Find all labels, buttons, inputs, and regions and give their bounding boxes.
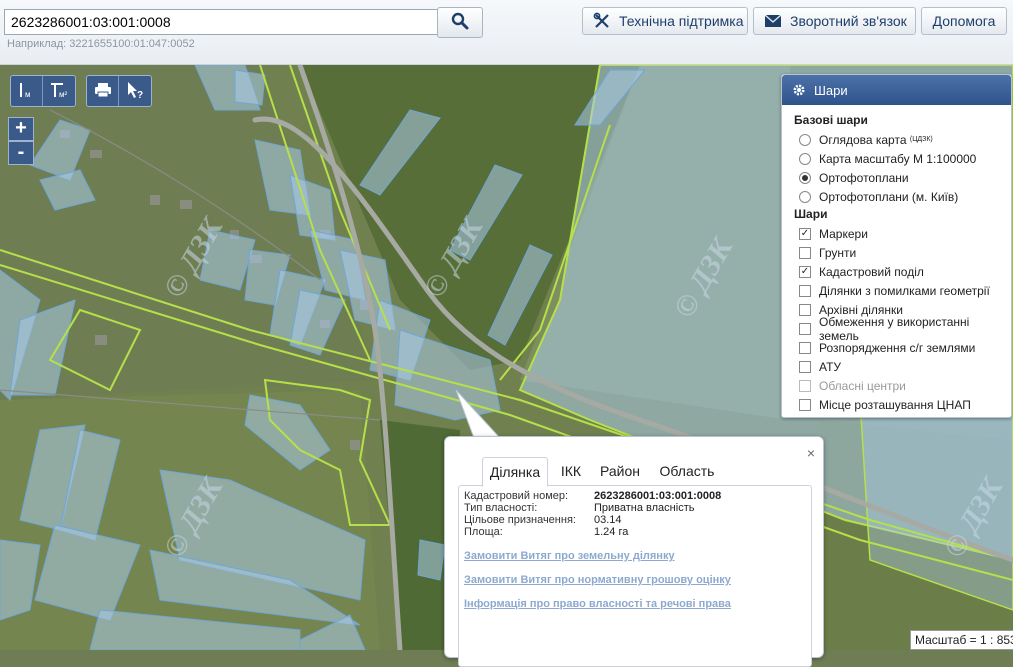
pointer-question-icon: ? [125, 80, 145, 103]
radio-button[interactable] [799, 190, 811, 203]
feedback-button[interactable]: Зворотний зв'язок [753, 7, 916, 35]
measure-area-button[interactable]: м² [43, 76, 75, 106]
layers-title: Шари [814, 82, 848, 98]
order-valuation-extract-link[interactable]: Замовити Витяг про нормативну грошову оц… [464, 574, 731, 586]
overlay-label: Маркери [819, 226, 868, 241]
top-bar: Наприклад: 3221655100:01:047:0052 Техніч… [0, 0, 1013, 65]
svg-text:м²: м² [59, 90, 68, 99]
overlay-label: АТУ [819, 359, 842, 374]
overlay-label: Обласні центри [819, 378, 906, 393]
overlay-label: Місце розташування ЦНАП [819, 397, 971, 412]
base-layer-label: Карта масштабу М 1:100000 [819, 151, 977, 166]
checkbox[interactable] [799, 322, 811, 335]
cadastral-search-input[interactable] [4, 9, 442, 35]
cadastral-number-value: 2623286001:03:001:0008 [594, 490, 722, 502]
ruler-icon: м [17, 80, 37, 103]
print-button[interactable] [87, 76, 119, 106]
checkbox[interactable] [799, 360, 811, 373]
search-icon [451, 12, 469, 33]
popup-pointer [455, 389, 502, 440]
zoom-in-button[interactable]: + [8, 117, 34, 141]
base-layer-label: Оглядова карта [819, 132, 907, 147]
map-scale: Масштаб = 1 : 8531 [910, 630, 1013, 650]
attr-key: Цільове призначення: [464, 514, 576, 526]
overlay-label: Ділянки з помилками геометрії [819, 283, 990, 298]
printer-icon [94, 82, 112, 101]
checkbox[interactable] [799, 303, 811, 316]
identify-button[interactable]: ? [119, 76, 151, 106]
radio-button[interactable] [799, 152, 811, 165]
checkbox-checked[interactable]: ✓ [799, 227, 811, 240]
attr-key: Площа: [464, 526, 503, 538]
envelope-icon [764, 14, 782, 28]
tab-parcel[interactable]: Ділянка [482, 457, 548, 487]
overlay-label: Кадастровий поділ [819, 264, 924, 279]
base-layer-orthophoto[interactable]: Ортофотоплани [794, 168, 1011, 187]
feedback-label: Зворотний зв'язок [790, 13, 907, 29]
help-label: Допомога [932, 13, 996, 29]
overlay-restrictions[interactable]: Обмеження у використанні земель [794, 315, 1011, 343]
tab-ikk[interactable]: ІКК [557, 457, 585, 485]
base-layer-map100k[interactable]: Карта масштабу М 1:100000 [794, 149, 1011, 168]
overlay-label: Обмеження у використанні земель [819, 314, 970, 343]
overlay-geometry-errors[interactable]: Ділянки з помилками геометрії [794, 281, 1011, 300]
search-hint: Наприклад: 3221655100:01:047:0052 [7, 38, 195, 50]
base-layer-label: Ортофотоплани [819, 170, 909, 185]
overlay-soils[interactable]: Грунти [794, 243, 1011, 262]
base-layer-label: Ортофотоплани (м. Київ) [819, 189, 959, 204]
base-layer-sup: (ЦДЗК) [909, 136, 933, 143]
overlay-label: Грунти [819, 245, 857, 260]
zoom-out-button[interactable]: - [8, 141, 34, 165]
radio-button[interactable] [799, 133, 811, 146]
overlay-markers[interactable]: ✓ Маркери [794, 224, 1011, 243]
close-icon[interactable]: × [807, 445, 815, 461]
area-ruler-icon: м² [48, 80, 70, 103]
parcel-info-popup: × Ділянка ІКК Район Область Кадастровий … [444, 436, 824, 667]
svg-text:м: м [25, 90, 31, 99]
order-parcel-extract-link[interactable]: Замовити Витяг про земельну ділянку [464, 550, 675, 562]
checkbox[interactable] [799, 246, 811, 259]
overlay-layers-heading: Шари [794, 207, 828, 221]
overlay-cadastral[interactable]: ✓ Кадастровий поділ [794, 262, 1011, 281]
svg-text:?: ? [137, 90, 143, 100]
checkbox-checked[interactable]: ✓ [799, 265, 811, 278]
checkbox[interactable] [799, 341, 811, 354]
tech-support-button[interactable]: Технічна підтримка [582, 7, 748, 35]
checkbox[interactable] [799, 398, 811, 411]
gear-icon [792, 83, 806, 97]
help-button[interactable]: Допомога [921, 7, 1007, 35]
attr-key: Тип власності: [464, 502, 538, 514]
checkbox[interactable] [799, 284, 811, 297]
tools-icon [593, 12, 611, 30]
measure-tools: м м² [10, 75, 76, 107]
ownership-info-link[interactable]: Інформація про право власності та речові… [464, 598, 731, 610]
base-layer-overview[interactable]: Оглядова карта (ЦДЗК) [794, 130, 1011, 149]
checkbox-disabled [799, 379, 811, 392]
area-value: 1.24 га [594, 526, 629, 538]
radio-button-selected[interactable] [799, 171, 811, 184]
print-info-tools: ? [86, 75, 152, 107]
tab-district[interactable]: Район [597, 457, 643, 485]
layers-header[interactable]: Шари [782, 75, 1011, 105]
overlay-atu[interactable]: АТУ [794, 357, 1011, 376]
purpose-value: 03.14 [594, 514, 622, 526]
overlay-regional-centers: Обласні центри [794, 376, 1011, 395]
base-layer-orthophoto-kyiv[interactable]: Ортофотоплани (м. Київ) [794, 187, 1011, 206]
ownership-type-value: Приватна власність [594, 502, 695, 514]
tech-support-label: Технічна підтримка [619, 13, 744, 29]
search-button[interactable] [437, 7, 483, 38]
overlay-label: Розпорядження с/г землями [819, 340, 976, 355]
measure-length-button[interactable]: м [11, 76, 43, 106]
attr-key: Кадастровий номер: [464, 490, 569, 502]
base-layers-heading: Базові шари [794, 113, 868, 127]
layers-panel: Шари Базові шари Оглядова карта (ЦДЗК) К… [781, 74, 1012, 418]
overlay-cnap[interactable]: Місце розташування ЦНАП [794, 395, 1011, 414]
tab-region[interactable]: Область [657, 457, 717, 485]
parcel-attributes: Кадастровий номер: 2623286001:03:001:0008… [464, 490, 721, 538]
